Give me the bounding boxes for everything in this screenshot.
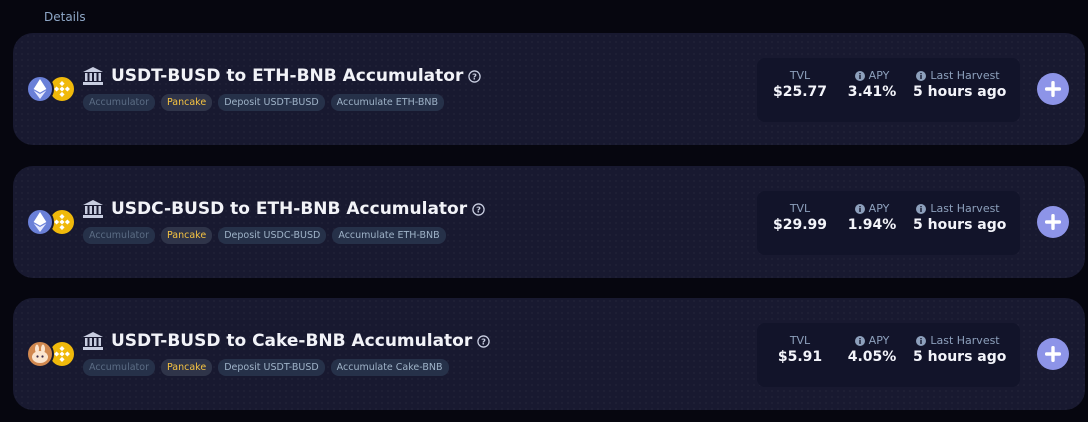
last-harvest-label: Last Harvest xyxy=(930,334,1000,347)
vault-title: USDT-BUSD to ETH-BNB Accumulator xyxy=(111,66,464,86)
last-harvest-label: Last Harvest xyxy=(930,202,1000,215)
bank-icon xyxy=(83,200,103,218)
tag-type: Accumulator xyxy=(83,359,155,376)
tag-deposit: Deposit USDT-BUSD xyxy=(218,359,325,376)
details-label: Details xyxy=(44,10,86,24)
tag-type: Accumulator xyxy=(83,94,155,111)
tvl-label: TVL xyxy=(789,69,811,82)
tag-deposit: Deposit USDC-BUSD xyxy=(218,227,327,244)
info-icon[interactable] xyxy=(916,203,927,214)
tag-accumulate: Accumulate ETH-BNB xyxy=(330,94,444,111)
tag-accumulate: Accumulate ETH-BNB xyxy=(332,227,446,244)
tag-platform: Pancake xyxy=(160,227,213,244)
vault-stats: TVL $5.91 APY 4.05% Last Harvest 5 hours… xyxy=(757,323,1020,387)
expand-button[interactable] xyxy=(1037,73,1069,105)
bank-icon xyxy=(83,332,103,350)
svg-text:?: ? xyxy=(481,336,486,346)
help-icon[interactable]: ? xyxy=(468,69,482,83)
apy-label: APY xyxy=(868,69,890,82)
apy-label: APY xyxy=(868,202,890,215)
help-icon[interactable]: ? xyxy=(477,334,490,348)
info-icon[interactable] xyxy=(854,70,865,81)
tag-type: Accumulator xyxy=(83,227,155,244)
info-icon[interactable] xyxy=(916,335,927,346)
vault-tags: Accumulator Pancake Deposit USDT-BUSD Ac… xyxy=(83,94,444,111)
help-icon[interactable]: ? xyxy=(472,202,485,216)
eth-icon xyxy=(26,208,54,236)
svg-text:?: ? xyxy=(472,71,477,81)
apy-label: APY xyxy=(868,334,890,347)
tvl-label: TVL xyxy=(789,334,811,347)
info-icon[interactable] xyxy=(854,335,865,346)
vault-tags: Accumulator Pancake Deposit USDT-BUSD Ac… xyxy=(83,359,449,376)
vault-title: USDT-BUSD to Cake-BNB Accumulator xyxy=(111,331,473,351)
token-pair-icons xyxy=(26,75,76,105)
vault-title: USDC-BUSD to ETH-BNB Accumulator xyxy=(111,199,468,219)
vault-card[interactable]: USDT-BUSD to ETH-BNB Accumulator ? Accum… xyxy=(13,33,1085,145)
info-icon[interactable] xyxy=(854,203,865,214)
expand-button[interactable] xyxy=(1037,338,1069,370)
vault-stats: TVL $25.77 APY 3.41% Last Harvest 5 hour… xyxy=(757,58,1020,122)
tvl-label: TVL xyxy=(789,202,811,215)
tvl-value: $29.99 xyxy=(772,217,828,233)
plus-icon xyxy=(1045,346,1061,362)
tvl-value: $25.77 xyxy=(772,84,828,100)
vault-stats: TVL $29.99 APY 1.94% Last Harvest 5 hour… xyxy=(757,191,1020,255)
last-harvest-value: 5 hours ago xyxy=(913,349,1007,365)
info-icon[interactable] xyxy=(916,70,927,81)
vault-card[interactable]: USDC-BUSD to ETH-BNB Accumulator ? Accum… xyxy=(13,166,1085,278)
bank-icon xyxy=(83,67,103,85)
apy-value: 3.41% xyxy=(847,84,897,100)
vault-tags: Accumulator Pancake Deposit USDC-BUSD Ac… xyxy=(83,227,446,244)
cake-icon xyxy=(26,340,54,368)
tag-deposit: Deposit USDT-BUSD xyxy=(218,94,325,111)
apy-value: 1.94% xyxy=(847,217,897,233)
plus-icon xyxy=(1045,214,1061,230)
plus-icon xyxy=(1045,81,1061,97)
last-harvest-value: 5 hours ago xyxy=(913,217,1007,233)
tag-platform: Pancake xyxy=(160,359,213,376)
tag-accumulate: Accumulate Cake-BNB xyxy=(330,359,449,376)
svg-text:?: ? xyxy=(476,204,481,214)
tvl-value: $5.91 xyxy=(777,349,823,365)
eth-icon xyxy=(26,75,54,103)
apy-value: 4.05% xyxy=(847,349,897,365)
token-pair-icons xyxy=(26,208,76,238)
vault-card[interactable]: USDT-BUSD to Cake-BNB Accumulator ? Accu… xyxy=(13,298,1085,410)
last-harvest-value: 5 hours ago xyxy=(913,84,1007,100)
token-pair-icons xyxy=(26,340,76,370)
last-harvest-label: Last Harvest xyxy=(930,69,1000,82)
tag-platform: Pancake xyxy=(160,94,213,111)
expand-button[interactable] xyxy=(1037,206,1069,238)
